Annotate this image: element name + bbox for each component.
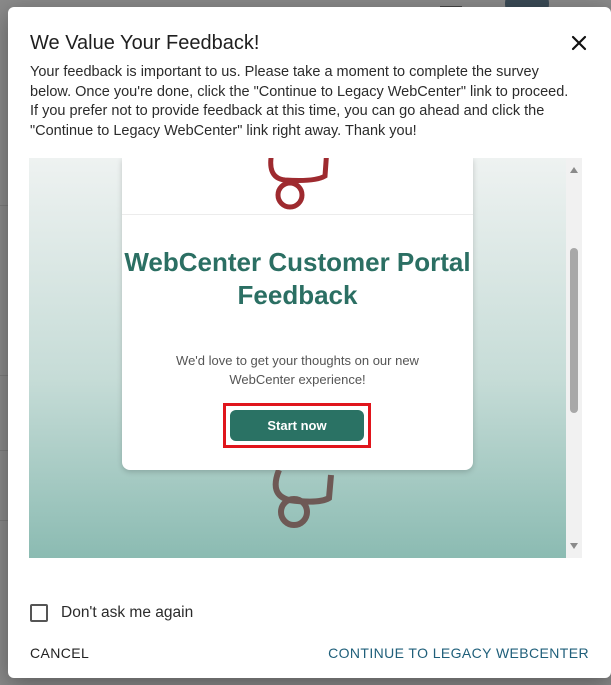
scroll-up-icon[interactable] (570, 167, 578, 173)
close-icon (571, 35, 587, 51)
start-now-button[interactable]: Start now (230, 410, 364, 441)
survey-title: WebCenter Customer Portal Feedback (124, 247, 471, 310)
survey-card: WebCenter Customer Portal Feedback We'd … (122, 158, 473, 470)
feedback-dialog: We Value Your Feedback! Your feedback is… (8, 7, 611, 678)
scrollbar-thumb[interactable] (570, 248, 578, 413)
survey-frame: WebCenter Customer Portal Feedback We'd … (29, 158, 566, 558)
start-button-highlight: Start now (223, 403, 371, 448)
continue-to-legacy-link[interactable]: CONTINUE TO LEGACY WEBCENTER (328, 645, 589, 661)
decorative-graphic (272, 470, 334, 528)
dont-ask-again-checkbox[interactable] (30, 604, 48, 622)
decorative-graphic (268, 158, 329, 210)
survey-scrollbar[interactable] (566, 158, 582, 558)
scroll-down-icon[interactable] (570, 543, 578, 549)
close-button[interactable] (569, 33, 589, 53)
dialog-title: We Value Your Feedback! (30, 32, 260, 54)
dialog-intro-text: Your feedback is important to us. Please… (30, 64, 569, 139)
divider (122, 214, 473, 215)
cancel-button[interactable]: CANCEL (30, 645, 89, 661)
dont-ask-again-label: Don't ask me again (61, 604, 194, 621)
dont-ask-again-option[interactable]: Don't ask me again (30, 604, 193, 622)
survey-description: We'd love to get your thoughts on our ne… (176, 353, 419, 387)
